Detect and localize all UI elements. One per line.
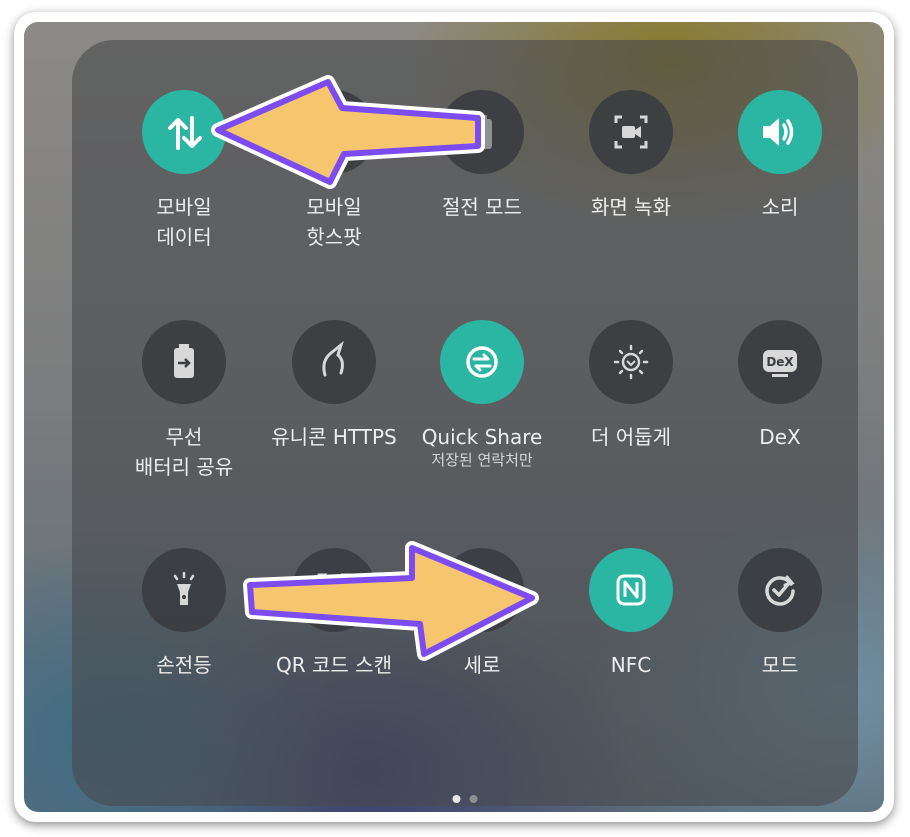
- nfc-toggle-button[interactable]: [589, 548, 673, 632]
- tile-screen-record[interactable]: 화면 녹화: [556, 90, 706, 222]
- tile-sound[interactable]: 소리: [705, 90, 855, 222]
- page-indicator[interactable]: [452, 795, 478, 803]
- wireless-battery-share-icon: [174, 344, 194, 378]
- label-line: 유니콘 HTTPS: [271, 425, 397, 449]
- speaker-icon: [763, 118, 794, 146]
- screen-record-icon: [614, 115, 648, 149]
- label-line: 배터리 공유: [134, 455, 234, 479]
- tile-hotspot[interactable]: 모바일핫스팟: [259, 90, 409, 252]
- tile-extra-dim[interactable]: 더 어둡게: [556, 320, 706, 452]
- label-line: 무선: [165, 425, 203, 449]
- label-line: NFC: [610, 653, 652, 677]
- tile-power-saving[interactable]: 절전 모드: [407, 90, 557, 222]
- screenshot-frame: 모바일 데이터 모바일 핫스팟 절전 모드 화면 녹화 소리 무선 배터리 공유 유니콘 HTTP…: [14, 12, 894, 822]
- quick-share-label: Quick Share: [407, 422, 557, 452]
- tile-portrait[interactable]: 세로: [407, 548, 557, 680]
- nfc-label: NFC: [556, 650, 706, 680]
- tile-nfc[interactable]: NFC: [556, 548, 706, 680]
- unicorn-https-toggle-button[interactable]: [292, 320, 376, 404]
- label-line: 핫스팟: [306, 225, 362, 249]
- unicorn-icon: [322, 340, 344, 377]
- rotation-icon: [472, 574, 492, 606]
- modes-label: 모드: [705, 650, 855, 680]
- quick-share-sublabel: 저장된 연락처만: [431, 451, 533, 469]
- quick-share-icon: [466, 346, 498, 378]
- modes-toggle-button[interactable]: [738, 548, 822, 632]
- power-saving-toggle-button[interactable]: [440, 90, 524, 174]
- qr-scan-label: QR 코드 스캔: [259, 650, 409, 680]
- tile-modes[interactable]: 모드: [705, 548, 855, 680]
- tile-dex[interactable]: DeX DeX: [705, 320, 855, 452]
- screen-record-toggle-button[interactable]: [589, 90, 673, 174]
- hotspot-icon: [323, 121, 345, 139]
- tile-flashlight[interactable]: 손전등: [109, 548, 259, 680]
- arrows-up-down-icon: [168, 116, 202, 150]
- dex-label: DeX: [705, 422, 855, 452]
- label-line: 모바일: [156, 195, 212, 219]
- mobile-data-toggle-button[interactable]: [142, 90, 226, 174]
- wallpaper: 모바일 데이터 모바일 핫스팟 절전 모드 화면 녹화 소리 무선 배터리 공유 유니콘 HTTP…: [24, 22, 884, 812]
- battery-icon: [472, 115, 492, 149]
- extra-dim-toggle-button[interactable]: [589, 320, 673, 404]
- nfc-icon: [616, 574, 646, 606]
- wireless-share-label: 무선배터리 공유: [109, 422, 259, 482]
- label-line: 절전 모드: [442, 195, 522, 219]
- tile-unicorn-https[interactable]: 유니콘 HTTPS: [259, 320, 409, 452]
- label-line: 손전등: [156, 653, 212, 677]
- svg-text:DeX: DeX: [766, 355, 794, 369]
- tile-quick-share[interactable]: Quick Share 저장된 연락처만: [407, 320, 557, 470]
- tile-qr-scan[interactable]: QR 코드 스캔: [259, 548, 409, 680]
- label-line: 소리: [761, 195, 799, 219]
- flashlight-icon: [173, 571, 195, 605]
- modes-icon: [765, 575, 795, 606]
- portrait-toggle-button[interactable]: [440, 548, 524, 632]
- flashlight-toggle-button[interactable]: [142, 548, 226, 632]
- tile-wireless-share[interactable]: 무선배터리 공유: [109, 320, 259, 482]
- extra-dim-label: 더 어둡게: [556, 422, 706, 452]
- quick-settings-panel: 모바일 데이터 모바일 핫스팟 절전 모드 화면 녹화 소리 무선 배터리 공유 유니콘 HTTP…: [72, 40, 858, 806]
- hotspot-label: 모바일핫스팟: [259, 192, 409, 252]
- label-line: 모바일: [306, 195, 362, 219]
- sound-label: 소리: [705, 192, 855, 222]
- unicorn-https-label: 유니콘 HTTPS: [259, 422, 409, 452]
- label-line: QR 코드 스캔: [276, 653, 392, 677]
- wireless-share-toggle-button[interactable]: [142, 320, 226, 404]
- label-line: 데이터: [156, 225, 212, 249]
- tile-mobile-data[interactable]: 모바일데이터: [109, 90, 259, 252]
- extra-dim-icon: [613, 344, 649, 380]
- page-dot-2[interactable]: [469, 795, 478, 803]
- label-line: 화면 녹화: [591, 195, 671, 219]
- quick-share-toggle-button[interactable]: [440, 320, 524, 404]
- label-line: 세로: [463, 653, 501, 677]
- qr-scan-toggle-button[interactable]: [292, 548, 376, 632]
- label-line: DeX: [759, 425, 801, 449]
- mobile-data-label: 모바일데이터: [109, 192, 259, 252]
- flashlight-label: 손전등: [109, 650, 259, 680]
- dex-icon: DeX: [763, 350, 797, 377]
- label-line: Quick Share: [421, 425, 543, 449]
- page-dot-1[interactable]: [452, 795, 461, 803]
- label-line: 모드: [761, 653, 799, 677]
- hotspot-toggle-button[interactable]: [292, 90, 376, 174]
- power-saving-label: 절전 모드: [407, 192, 557, 222]
- label-line: 더 어둡게: [591, 425, 671, 449]
- qr-scan-icon: [317, 573, 351, 607]
- portrait-label: 세로: [407, 650, 557, 680]
- sound-toggle-button[interactable]: [738, 90, 822, 174]
- screen-record-label: 화면 녹화: [556, 192, 706, 222]
- dex-toggle-button[interactable]: DeX: [738, 320, 822, 404]
